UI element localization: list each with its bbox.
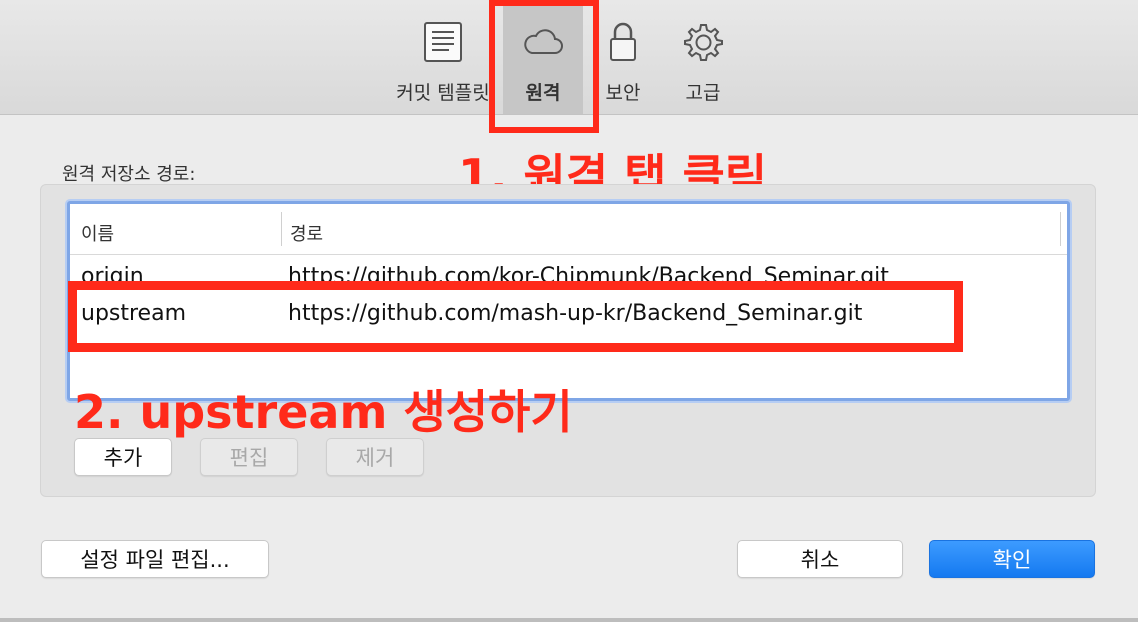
tab-security[interactable]: 보안: [592, 0, 654, 114]
tab-commit-template-label: 커밋 템플릿: [396, 82, 490, 104]
tab-advanced[interactable]: 고급: [670, 0, 736, 114]
column-divider[interactable]: [1060, 212, 1061, 246]
annotation-highlight-remote-tab: [489, 0, 599, 133]
annotation-step2: 2. upstream 생성하기: [74, 385, 573, 439]
edit-config-file-button[interactable]: 설정 파일 편집...: [41, 540, 269, 578]
column-header-name[interactable]: 이름: [81, 220, 114, 246]
edit-remote-button[interactable]: 편집: [200, 438, 298, 476]
window-bottom-edge: [0, 618, 1138, 622]
annotation-highlight-upstream-row: [68, 281, 963, 352]
lock-icon: [601, 20, 645, 64]
add-remote-button[interactable]: 추가: [74, 438, 172, 476]
tab-advanced-label: 고급: [685, 82, 721, 104]
table-header: 이름 경로: [70, 204, 1067, 255]
tab-security-label: 보안: [605, 82, 641, 104]
gear-icon: [681, 20, 725, 64]
column-divider[interactable]: [281, 212, 282, 246]
document-lines-icon: [421, 20, 465, 64]
remove-remote-button[interactable]: 제거: [326, 438, 424, 476]
ok-button[interactable]: 확인: [929, 540, 1095, 578]
column-header-path[interactable]: 경로: [290, 220, 323, 246]
cancel-button[interactable]: 취소: [737, 540, 903, 578]
remote-paths-label: 원격 저장소 경로:: [62, 164, 196, 185]
tab-commit-template[interactable]: 커밋 템플릿: [388, 0, 498, 114]
